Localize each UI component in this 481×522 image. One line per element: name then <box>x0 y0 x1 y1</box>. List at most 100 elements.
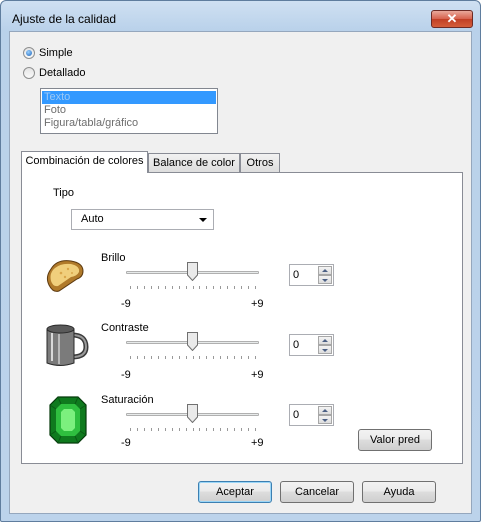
slider-tick <box>165 428 166 431</box>
list-item-foto[interactable]: Foto <box>42 104 216 117</box>
brillo-spin-up-button[interactable] <box>318 266 332 275</box>
chevron-down-icon <box>199 218 207 222</box>
contraste-ticks <box>126 356 259 360</box>
tipo-select-value: Auto <box>81 213 104 225</box>
slider-tick <box>199 286 200 289</box>
tab-combinacion-de-colores[interactable]: Combinación de colores <box>21 151 148 173</box>
brillo-slider-thumb[interactable] <box>187 262 198 281</box>
slider-tick <box>130 356 131 359</box>
slider-tick <box>186 286 187 289</box>
saturacion-slider-thumb[interactable] <box>187 404 198 423</box>
slider-tick <box>220 286 221 289</box>
brillo-min-label: -9 <box>121 298 131 310</box>
list-item-texto[interactable]: Texto <box>42 91 216 104</box>
close-button[interactable]: ✕ <box>431 10 473 28</box>
tipo-label: Tipo <box>53 187 74 199</box>
brillo-value: 0 <box>293 269 300 281</box>
slider-tick <box>220 356 221 359</box>
contraste-max-label: +9 <box>251 369 264 381</box>
slider-tick <box>227 428 228 431</box>
slider-tick <box>193 428 194 431</box>
slider-tick <box>193 356 194 359</box>
slider-tick <box>130 286 131 289</box>
slider-tick <box>206 286 207 289</box>
contraste-value: 0 <box>293 339 300 351</box>
slider-tick <box>220 428 221 431</box>
slider-tick <box>165 286 166 289</box>
slider-tick <box>248 428 249 431</box>
default-value-button[interactable]: Valor pred <box>358 429 432 451</box>
slider-tick <box>241 428 242 431</box>
saturacion-spin-down-button[interactable] <box>318 415 332 424</box>
slider-tick <box>151 356 152 359</box>
slider-tick <box>137 356 138 359</box>
slider-tick <box>234 286 235 289</box>
radio-simple[interactable] <box>23 47 35 59</box>
window-title: Ajuste de la calidad <box>12 12 117 26</box>
slider-tick <box>255 356 256 359</box>
brillo-max-label: +9 <box>251 298 264 310</box>
slider-tick <box>255 286 256 289</box>
brillo-ticks <box>126 286 259 290</box>
slider-tick <box>248 286 249 289</box>
brillo-spinner[interactable]: 0 <box>289 264 334 286</box>
contraste-spin-up-button[interactable] <box>318 336 332 345</box>
slider-tick <box>186 356 187 359</box>
radio-detallado[interactable] <box>23 67 35 79</box>
contraste-min-label: -9 <box>121 369 131 381</box>
title-bar[interactable]: Ajuste de la calidad ✕ <box>1 1 480 31</box>
document-type-list[interactable]: Texto Foto Figura/tabla/gráfico <box>40 88 218 134</box>
accept-button[interactable]: Aceptar <box>198 481 272 503</box>
list-item-figura[interactable]: Figura/tabla/gráfico <box>42 117 216 130</box>
contraste-slider-thumb[interactable] <box>187 332 198 351</box>
tab-otros[interactable]: Otros <box>240 153 280 173</box>
slider-tick <box>179 428 180 431</box>
slider-tick <box>151 428 152 431</box>
radio-simple-label: Simple <box>39 47 73 59</box>
cancel-button[interactable]: Cancelar <box>280 481 354 503</box>
dialog-window: Ajuste de la calidad ✕ Simple Detallado … <box>0 0 481 522</box>
contraste-label: Contraste <box>101 322 149 334</box>
slider-tick <box>206 356 207 359</box>
slider-tick <box>130 428 131 431</box>
slider-tick <box>193 286 194 289</box>
tab-balance-de-color[interactable]: Balance de color <box>148 153 240 173</box>
brillo-spin-down-button[interactable] <box>318 275 332 284</box>
saturacion-min-label: -9 <box>121 437 131 449</box>
slider-tick <box>234 356 235 359</box>
slider-tick <box>158 356 159 359</box>
mug-icon <box>46 324 89 366</box>
slider-tick <box>179 286 180 289</box>
radio-detallado-label: Detallado <box>39 67 86 79</box>
slider-tick <box>137 428 138 431</box>
contraste-spinner[interactable]: 0 <box>289 334 334 356</box>
slider-tick <box>144 428 145 431</box>
slider-tick <box>158 428 159 431</box>
tab-panel: Tipo Auto Brillo -9 +9 0 Contraste -9 +9… <box>21 172 463 464</box>
slider-tick <box>213 286 214 289</box>
slider-tick <box>206 428 207 431</box>
slider-tick <box>165 356 166 359</box>
slider-tick <box>199 428 200 431</box>
saturacion-ticks <box>126 428 259 432</box>
slider-tick <box>144 356 145 359</box>
slider-tick <box>227 356 228 359</box>
saturacion-spin-up-button[interactable] <box>318 406 332 415</box>
bread-icon <box>46 260 84 292</box>
saturacion-label: Saturación <box>101 394 154 406</box>
saturacion-value: 0 <box>293 409 300 421</box>
slider-tick <box>199 356 200 359</box>
slider-tick <box>186 428 187 431</box>
emerald-icon <box>49 396 87 444</box>
saturacion-spinner[interactable]: 0 <box>289 404 334 426</box>
slider-tick <box>172 286 173 289</box>
saturacion-max-label: +9 <box>251 437 264 449</box>
help-button[interactable]: Ayuda <box>362 481 436 503</box>
tipo-select[interactable]: Auto <box>71 209 214 230</box>
slider-tick <box>213 356 214 359</box>
slider-tick <box>137 286 138 289</box>
slider-tick <box>213 428 214 431</box>
contraste-spin-down-button[interactable] <box>318 345 332 354</box>
slider-tick <box>158 286 159 289</box>
slider-tick <box>227 286 228 289</box>
